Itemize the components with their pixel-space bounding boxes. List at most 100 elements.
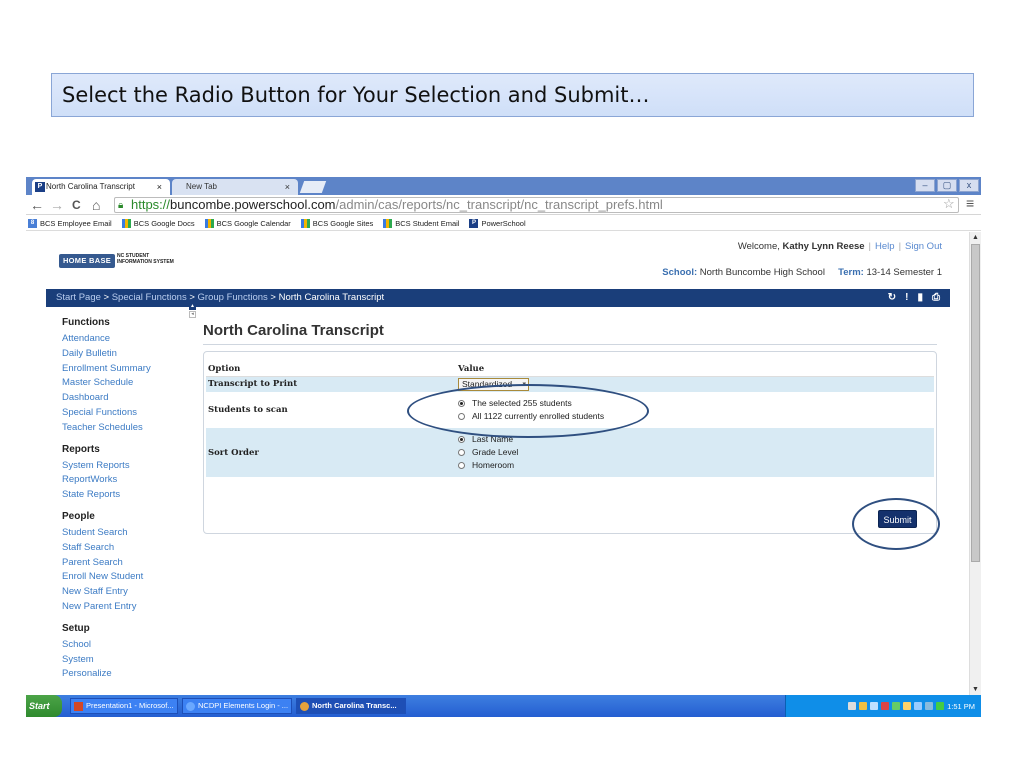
- radio-button[interactable]: [458, 413, 465, 420]
- sidebar-item-state-reports[interactable]: State Reports: [62, 488, 192, 503]
- transcript-select[interactable]: Standardized ▾: [458, 377, 529, 391]
- scroll-down-icon[interactable]: ▼: [972, 686, 979, 693]
- sidebar-item-attendance[interactable]: Attendance: [62, 332, 192, 347]
- sidebar-heading: Functions: [62, 317, 110, 328]
- tab-new-tab[interactable]: New Tab ×: [172, 179, 298, 195]
- tab-close-icon[interactable]: ×: [285, 179, 290, 195]
- new-tab-button[interactable]: [299, 181, 327, 193]
- submit-button[interactable]: Submit: [878, 510, 917, 528]
- browser-screenshot: P North Carolina Transcript × New Tab × …: [26, 177, 981, 717]
- sidebar-item-system-reports[interactable]: System Reports: [62, 459, 192, 474]
- sidebar-item-teacher-schedules[interactable]: Teacher Schedules: [62, 421, 192, 436]
- bookmark-bcs-employee-email[interactable]: 8 BCS Employee Email: [28, 218, 112, 228]
- sidebar-item-system[interactable]: System: [62, 653, 192, 668]
- tab-bar: P North Carolina Transcript × New Tab × …: [26, 177, 981, 195]
- vertical-scrollbar[interactable]: ▲ ▼: [969, 232, 981, 695]
- radio-last-name[interactable]: Last Name: [458, 433, 934, 446]
- tab-north-carolina-transcript[interactable]: P North Carolina Transcript ×: [32, 179, 170, 195]
- security-tray-icon[interactable]: [881, 702, 890, 710]
- address-bar[interactable]: 🔒︎ https://buncombe.powerschool.com/admi…: [114, 197, 959, 213]
- back-button[interactable]: ←: [30, 197, 44, 213]
- sidebar-heading: People: [62, 510, 95, 522]
- breadcrumb-group-functions[interactable]: Group Functions: [198, 292, 268, 303]
- school-name[interactable]: North Buncombe High School: [700, 267, 825, 278]
- bookmark-bcs-student-email[interactable]: BCS Student Email: [383, 218, 459, 228]
- start-button[interactable]: Start: [26, 695, 62, 717]
- bookmark-bcs-google-sites[interactable]: BCS Google Sites: [300, 218, 373, 228]
- notes-icon[interactable]: ▮: [917, 289, 923, 307]
- students-label: Students to scan: [208, 405, 288, 415]
- refresh-icon[interactable]: ↻: [888, 289, 896, 307]
- radio-grade-level[interactable]: Grade Level: [458, 446, 934, 459]
- bookmark-bcs-google-docs[interactable]: BCS Google Docs: [121, 218, 195, 228]
- radio-all-enrolled[interactable]: All 1122 currently enrolled students: [458, 410, 934, 423]
- update-tray-icon[interactable]: [892, 702, 901, 710]
- sidebar-item-dashboard[interactable]: Dashboard: [62, 391, 192, 406]
- google-apps-icon: [121, 218, 131, 228]
- network-tray-icon[interactable]: [859, 702, 868, 710]
- monitor-tray-icon[interactable]: [925, 702, 934, 710]
- sidebar-item-new-staff-entry[interactable]: New Staff Entry: [62, 585, 192, 600]
- sidebar-item-enrollment-summary[interactable]: Enrollment Summary: [62, 362, 192, 377]
- tab-label: New Tab: [186, 182, 217, 191]
- antivirus-tray-icon[interactable]: [936, 702, 945, 710]
- sidebar-item-reportworks[interactable]: ReportWorks: [62, 473, 192, 488]
- radio-button[interactable]: [458, 436, 465, 443]
- term-value[interactable]: 13-14 Semester 1: [866, 267, 942, 278]
- sidebar-item-student-search[interactable]: Student Search: [62, 526, 192, 541]
- menu-icon[interactable]: ≡: [966, 195, 974, 211]
- sidebar-item-special-functions[interactable]: Special Functions: [62, 406, 192, 421]
- scrollbar-thumb[interactable]: [971, 244, 980, 562]
- task-presentation[interactable]: Presentation1 - Microsof...: [70, 698, 178, 714]
- sidebar-item-daily-bulletin[interactable]: Daily Bulletin: [62, 347, 192, 362]
- bookmark-bcs-google-calendar[interactable]: BCS Google Calendar: [204, 218, 291, 228]
- battery-tray-icon[interactable]: [903, 702, 912, 710]
- bookmark-powerschool[interactable]: P PowerSchool: [469, 218, 526, 228]
- sort-order-label: Sort Order: [208, 447, 259, 458]
- display-tray-icon[interactable]: [914, 702, 923, 710]
- sidebar-heading: Reports: [62, 443, 100, 455]
- close-window-button[interactable]: x: [959, 179, 979, 192]
- sidebar-item-enroll-new-student[interactable]: Enroll New Student: [62, 570, 192, 585]
- minimize-button[interactable]: –: [915, 179, 935, 192]
- clock[interactable]: 1:51 PM: [947, 702, 975, 711]
- radio-button[interactable]: [458, 449, 465, 456]
- task-north-carolina-transcript[interactable]: North Carolina Transc...: [296, 698, 406, 714]
- radio-homeroom[interactable]: Homeroom: [458, 459, 934, 472]
- welcome-text: Welcome,: [737, 241, 780, 252]
- chevron-down-icon: ▾: [522, 380, 526, 388]
- breadcrumb: Start Page > Special Functions > Group F…: [46, 289, 950, 307]
- print-icon[interactable]: ⎙: [932, 289, 940, 307]
- sign-out-link[interactable]: Sign Out: [905, 241, 942, 252]
- scroll-up-icon[interactable]: ▲: [972, 234, 979, 241]
- volume-tray-icon[interactable]: [870, 702, 879, 710]
- maximize-button[interactable]: ▢: [937, 179, 957, 192]
- task-label: North Carolina Transc...: [312, 701, 397, 710]
- sidebar-item-staff-search[interactable]: Staff Search: [62, 541, 192, 556]
- home-button[interactable]: ⌂: [92, 197, 100, 213]
- radio-label: Grade Level: [472, 447, 519, 457]
- help-link[interactable]: Help: [875, 241, 895, 252]
- alert-icon[interactable]: !: [905, 289, 908, 307]
- sidebar-item-parent-search[interactable]: Parent Search: [62, 556, 192, 571]
- chrome-icon: [300, 701, 309, 711]
- sidebar-item-master-schedule[interactable]: Master Schedule: [62, 376, 192, 391]
- breadcrumb-start-page[interactable]: Start Page: [56, 292, 101, 303]
- radio-button[interactable]: [458, 400, 465, 407]
- reload-button[interactable]: C: [72, 197, 81, 213]
- home-base-logo[interactable]: HOME BASE: [59, 254, 115, 268]
- sidebar-item-school[interactable]: School: [62, 638, 192, 653]
- transcript-label: Transcript to Print: [208, 379, 298, 390]
- radio-selected-students[interactable]: The selected 255 students: [458, 397, 934, 410]
- sidebar-item-new-parent-entry[interactable]: New Parent Entry: [62, 600, 192, 615]
- radio-button[interactable]: [458, 462, 465, 469]
- sidebar-item-personalize[interactable]: Personalize: [62, 667, 192, 682]
- separator: |: [898, 241, 902, 252]
- bookmark-star-icon[interactable]: ☆: [943, 196, 955, 212]
- forward-button[interactable]: →: [50, 197, 64, 213]
- task-ncdpi-login[interactable]: NCDPI Elements Login - ...: [182, 698, 292, 714]
- task-label: NCDPI Elements Login - ...: [198, 701, 289, 710]
- tab-close-icon[interactable]: ×: [157, 179, 162, 195]
- help-tray-icon[interactable]: [848, 702, 857, 710]
- breadcrumb-special-functions[interactable]: Special Functions: [112, 292, 187, 303]
